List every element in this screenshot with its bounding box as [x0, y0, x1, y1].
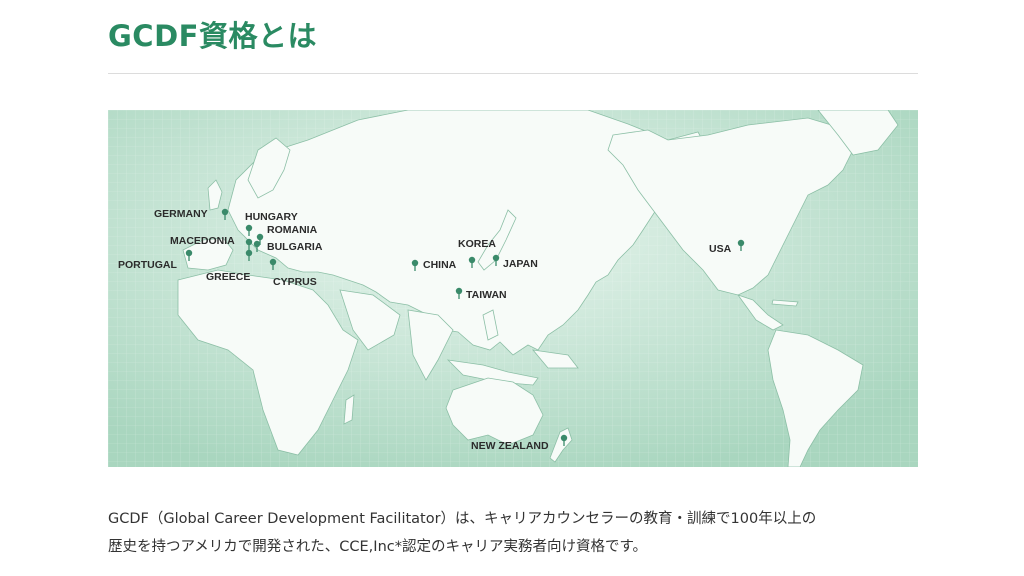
label-china: CHINA [423, 259, 457, 271]
label-greece: GREECE [206, 271, 250, 283]
description-line-2: 歴史を持つアメリカで開発された、CCE,Inc*認定のキャリア実務者向け資格です… [108, 539, 648, 555]
page-title: GCDF資格とは [108, 19, 317, 53]
label-portugal: PORTUGAL [118, 259, 178, 271]
label-macedonia: MACEDONIA [170, 235, 235, 247]
world-map: GERMANY HUNGARY ROMANIA MACEDONIA BULGAR [108, 110, 918, 467]
label-usa: USA [709, 243, 732, 255]
description: GCDF（Global Career Development Facilitat… [108, 505, 928, 561]
label-germany: GERMANY [154, 208, 208, 220]
label-bulgaria: BULGARIA [267, 241, 323, 253]
title-divider [108, 73, 918, 74]
label-new-zealand: NEW ZEALAND [471, 440, 549, 452]
label-cyprus: CYPRUS [273, 276, 317, 288]
label-taiwan: TAIWAN [466, 289, 507, 301]
label-korea: KOREA [458, 238, 496, 250]
label-hungary: HUNGARY [245, 211, 298, 223]
label-romania: ROMANIA [267, 224, 318, 236]
label-japan: JAPAN [503, 258, 538, 270]
description-line-1: GCDF（Global Career Development Facilitat… [108, 511, 817, 527]
